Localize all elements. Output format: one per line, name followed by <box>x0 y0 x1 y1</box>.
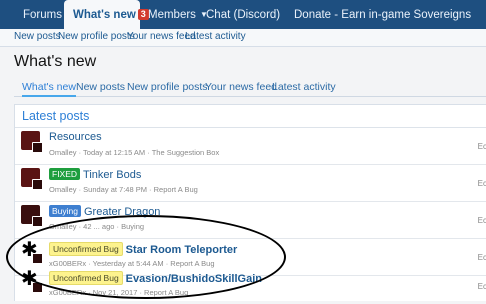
buying-prefix-label[interactable]: Buying <box>49 205 81 217</box>
nav-forums-label: Forums <box>23 9 62 21</box>
page-title: What's new <box>14 53 97 70</box>
top-navigation: Forums▼ What's new3 Members▼ Chat (Disco… <box>0 0 486 29</box>
tab-news-feed[interactable]: Your news feed <box>205 81 277 93</box>
nav-members[interactable]: Members ▼ <box>148 0 208 29</box>
avatar[interactable] <box>21 131 43 153</box>
thread-edge-text: Ec <box>477 142 486 151</box>
subnav-new-posts[interactable]: New posts <box>14 31 61 42</box>
thread-edge-text: Ec <box>477 282 486 291</box>
thread-edge-text: Ec <box>477 216 486 225</box>
tab-latest-activity[interactable]: Latest activity <box>272 81 336 93</box>
fixed-prefix-label[interactable]: FIXED <box>49 168 81 180</box>
sub-navigation: New posts New profile posts Your news fe… <box>0 29 486 47</box>
mini-avatar <box>32 216 43 227</box>
tab-new-posts[interactable]: New posts <box>76 81 125 93</box>
list-item: Resources Omalley · Today at 12:15 AM · … <box>15 128 486 165</box>
thread-meta: Omalley · Sunday at 7:48 PM · Report A B… <box>49 185 198 194</box>
tab-new-profile-posts[interactable]: New profile posts <box>127 81 208 93</box>
whats-new-tabs: What's new New posts New profile posts Y… <box>14 78 486 97</box>
annotation-circle <box>6 215 286 299</box>
nav-donate[interactable]: Donate - Earn in-game Sovereigns <box>294 0 471 29</box>
thread-edge-text: Ec <box>477 253 486 262</box>
mini-avatar <box>32 142 43 153</box>
thread-title-link[interactable]: Tinker Bods <box>83 169 141 181</box>
subnav-new-profile-posts[interactable]: New profile posts <box>58 31 135 42</box>
list-item: FIXED Tinker Bods Omalley · Sunday at 7:4… <box>15 165 486 202</box>
avatar[interactable] <box>21 205 43 227</box>
avatar[interactable] <box>21 168 43 190</box>
tab-whats-new[interactable]: What's new <box>22 81 76 97</box>
thread-title-link[interactable]: Resources <box>49 131 102 143</box>
subnav-latest-activity[interactable]: Latest activity <box>185 31 246 42</box>
thread-title: FIXED Tinker Bods <box>49 168 141 181</box>
nav-whats-new[interactable]: What's new 3 <box>64 0 149 29</box>
thread-meta: Omalley · Today at 12:15 AM · The Sugges… <box>49 148 220 157</box>
latest-posts-header: Latest posts <box>15 105 486 128</box>
thread-edge-text: Ec <box>477 179 486 188</box>
mini-avatar <box>32 179 43 190</box>
nav-chat-discord[interactable]: Chat (Discord) <box>206 0 280 29</box>
nav-whats-new-label: What's new <box>73 9 136 21</box>
nav-members-label: Members <box>148 9 196 21</box>
